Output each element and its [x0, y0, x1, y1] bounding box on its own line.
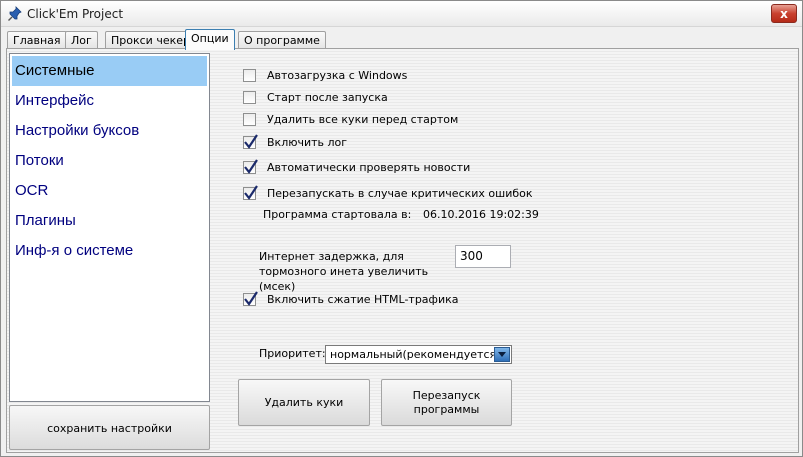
tab-proxy-checker[interactable]: Прокси чекер [105, 31, 196, 49]
sidebar-item-system-info[interactable]: Инф-я о системе [12, 236, 207, 266]
priority-select[interactable]: нормальный(рекомендуется) [325, 345, 512, 364]
checkmark-icon [244, 159, 258, 174]
tab-options[interactable]: Опции [185, 29, 235, 50]
enable-log-label: Включить лог [267, 136, 348, 149]
tab-log[interactable]: Лог [65, 31, 98, 49]
delete-cookies-before-start-checkbox[interactable] [243, 113, 256, 126]
delete-cookies-before-start-label: Удалить все куки перед стартом [267, 113, 459, 126]
auto-check-news-checkbox[interactable] [243, 159, 258, 174]
start-after-launch-label: Старт после запуска [267, 91, 388, 104]
restart-program-button[interactable]: Перезапуск программы [381, 379, 512, 426]
sidebar-item-ocr[interactable]: OCR [12, 176, 207, 206]
priority-label: Приоритет: [259, 347, 326, 360]
delete-cookies-button[interactable]: Удалить куки [238, 379, 370, 426]
checkmark-icon [244, 291, 258, 306]
started-at-label: Программа стартовала в: [263, 208, 412, 221]
title-bar[interactable]: Click'Em Project x [1, 1, 802, 27]
tab-main[interactable]: Главная [7, 31, 67, 49]
window-title: Click'Em Project [27, 7, 124, 21]
pushpin-icon [8, 6, 22, 21]
options-panel: Системные Интерфейс Настройки буксов Пот… [6, 48, 799, 453]
checkmark-icon [244, 134, 258, 149]
delete-cookies-button-label: Удалить куки [264, 395, 344, 409]
enable-log-checkbox[interactable] [243, 134, 258, 149]
autostart-windows-label: Автозагрузка с Windows [267, 69, 408, 82]
autostart-windows-checkbox[interactable] [243, 69, 256, 82]
save-settings-button[interactable]: сохранить настройки [9, 405, 210, 450]
restart-on-errors-checkbox[interactable] [243, 185, 258, 200]
sidebar-item-threads[interactable]: Потоки [12, 146, 207, 176]
sidebar-item-box-settings[interactable]: Настройки буксов [12, 116, 207, 146]
sidebar-item-interface[interactable]: Интерфейс [12, 86, 207, 116]
auto-check-news-label: Автоматически проверять новости [267, 161, 471, 174]
html-compression-checkbox[interactable] [243, 291, 258, 306]
checkmark-icon [244, 185, 258, 200]
started-at-value: 06.10.2016 19:02:39 [423, 208, 539, 221]
tab-about[interactable]: О программе [238, 31, 326, 49]
restart-program-button-label: Перезапуск программы [412, 388, 481, 416]
html-compression-label: Включить сжатие HTML-трафика [267, 293, 459, 306]
restart-on-errors-label: Перезапускать в случае критических ошибо… [267, 187, 533, 200]
priority-value: нормальный(рекомендуется) [330, 348, 501, 361]
chevron-down-icon[interactable] [494, 347, 510, 362]
settings-category-list[interactable]: Системные Интерфейс Настройки буксов Пот… [9, 53, 210, 402]
app-window: Click'Em Project x Главная Лог Прокси че… [0, 0, 803, 457]
close-button[interactable]: x [771, 4, 797, 23]
sidebar-item-system[interactable]: Системные [12, 56, 207, 86]
internet-delay-label: Интернет задержка, для тормозного инета … [259, 250, 429, 293]
internet-delay-input[interactable]: 300 [455, 245, 511, 268]
sidebar-item-plugins[interactable]: Плагины [12, 206, 207, 236]
start-after-launch-checkbox[interactable] [243, 91, 256, 104]
close-icon: x [780, 6, 788, 21]
